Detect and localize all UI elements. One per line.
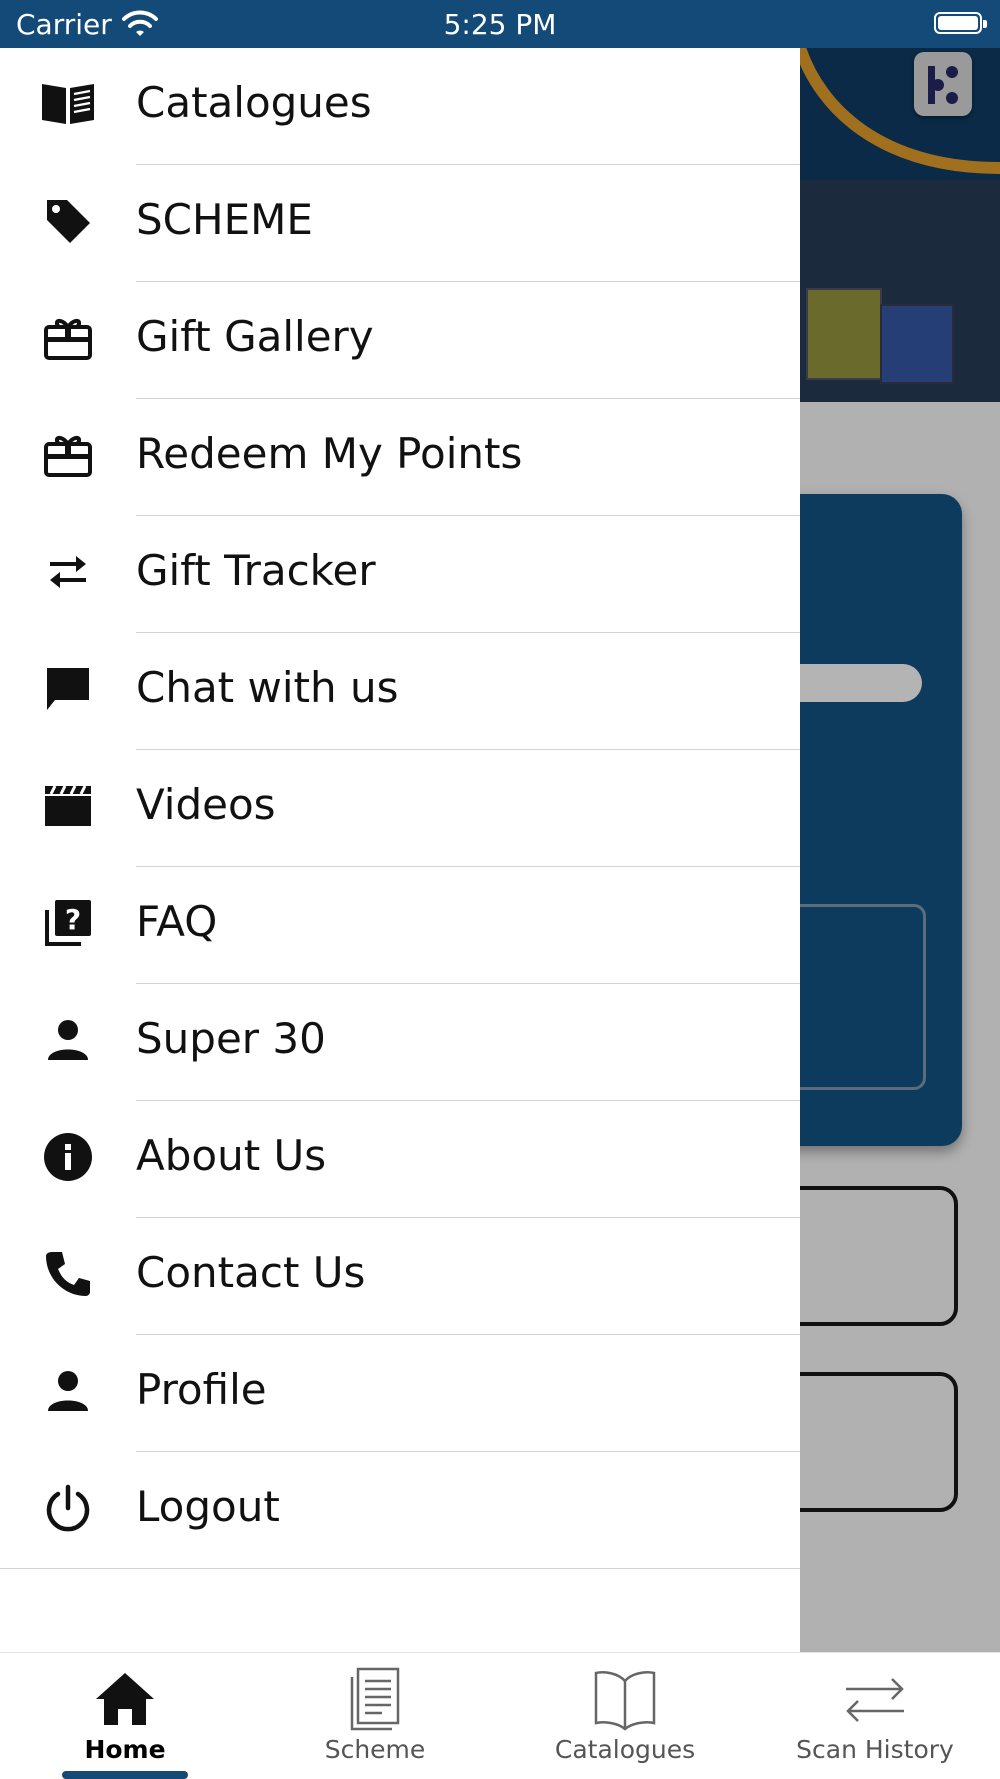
info-icon (40, 1129, 96, 1185)
tag-icon (40, 193, 96, 249)
menu-item-label: Logout (136, 1482, 280, 1531)
menu-item-label: FAQ (136, 897, 218, 946)
app-logo[interactable] (914, 52, 972, 116)
menu-item-super-30[interactable]: Super 30 (0, 984, 800, 1101)
logo-mark-icon (928, 66, 958, 104)
document-icon (350, 1667, 400, 1731)
product-box-image (880, 304, 954, 384)
phone-icon (40, 1246, 96, 1302)
menu-item-label: Contact Us (136, 1248, 366, 1297)
menu-item-profile[interactable]: Profile (0, 1335, 800, 1452)
home-icon (96, 1673, 154, 1725)
status-bar: Carrier 5:25 PM (0, 0, 1000, 48)
menu-item-faq[interactable]: ? FAQ (0, 867, 800, 984)
book-icon (40, 76, 96, 132)
menu-item-catalogues[interactable]: Catalogues (0, 48, 800, 165)
battery-icon (934, 12, 987, 34)
svg-text:?: ? (65, 903, 81, 936)
gift-card-icon (40, 427, 96, 483)
swap-arrows-icon (846, 1678, 904, 1722)
bottom-tab-bar: Home Scheme Catalogues Scan History (0, 1652, 1000, 1779)
menu-item-logout[interactable]: Logout (0, 1452, 800, 1569)
tab-label: Home (84, 1735, 166, 1764)
chat-icon (40, 661, 96, 717)
menu-item-gift-tracker[interactable]: Gift Tracker (0, 516, 800, 633)
menu-item-label: About Us (136, 1131, 327, 1180)
menu-item-label: SCHEME (136, 195, 313, 244)
menu-item-chat-with-us[interactable]: Chat with us (0, 633, 800, 750)
gift-card-icon (40, 310, 96, 366)
power-icon (40, 1480, 96, 1536)
divider (0, 1568, 800, 1569)
tab-label: Scan History (796, 1735, 954, 1764)
clapperboard-icon (40, 778, 96, 834)
menu-item-label: Redeem My Points (136, 429, 523, 478)
product-box-image (806, 288, 882, 380)
menu-item-label: Gift Tracker (136, 546, 376, 595)
side-drawer: Catalogues SCHEME Gift Gallery Redeem My… (0, 48, 800, 1652)
menu-item-label: Videos (136, 780, 276, 829)
menu-item-redeem-my-points[interactable]: Redeem My Points (0, 399, 800, 516)
clock: 5:25 PM (443, 8, 557, 41)
tab-label: Catalogues (554, 1735, 696, 1764)
menu-item-scheme[interactable]: SCHEME (0, 165, 800, 282)
menu-item-label: Chat with us (136, 663, 399, 712)
menu-item-label: Catalogues (136, 78, 372, 127)
menu-item-label: Gift Gallery (136, 312, 374, 361)
person-icon (40, 1363, 96, 1419)
drawer-menu: Catalogues SCHEME Gift Gallery Redeem My… (0, 48, 800, 1569)
tab-catalogues[interactable]: Catalogues (500, 1653, 750, 1779)
help-library-icon: ? (40, 895, 96, 951)
tab-home[interactable]: Home (0, 1653, 250, 1779)
menu-item-gift-gallery[interactable]: Gift Gallery (0, 282, 800, 399)
tab-scheme[interactable]: Scheme (250, 1653, 500, 1779)
person-icon (40, 1012, 96, 1068)
tab-scan-history[interactable]: Scan History (750, 1653, 1000, 1779)
menu-item-label: Profile (136, 1365, 267, 1414)
menu-item-about-us[interactable]: About Us (0, 1101, 800, 1218)
menu-item-contact-us[interactable]: Contact Us (0, 1218, 800, 1335)
open-book-icon (594, 1671, 656, 1731)
menu-item-label: Super 30 (136, 1014, 326, 1063)
menu-item-videos[interactable]: Videos (0, 750, 800, 867)
swap-arrows-icon (40, 544, 96, 600)
tab-label: Scheme (324, 1735, 426, 1764)
